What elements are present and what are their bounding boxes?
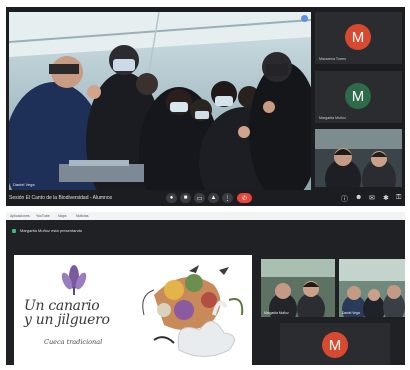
- slide-title-line-2: y un jilguero: [24, 312, 110, 328]
- bookmarks-bar: Aplicaciones YouTube Maps Noticias: [6, 212, 405, 220]
- presenting-banner: Margarita Muñoz está presentando: [6, 225, 405, 238]
- flower-logo-icon: [61, 265, 87, 295]
- mic-button[interactable]: ●: [166, 193, 177, 203]
- call-control-bar: Sesión El Canto de la Biodiversidad - Al…: [6, 191, 405, 206]
- meeting-title: Sesión El Canto de la Biodiversidad - Al…: [9, 195, 113, 201]
- more-icon: ⋮: [224, 195, 231, 202]
- captions-icon: ▭: [196, 195, 203, 202]
- present-icon: ▲: [210, 195, 217, 201]
- people-icon[interactable]: ☻: [355, 194, 362, 201]
- avatar: M: [345, 24, 371, 50]
- participant-name-label: Daniel Vega: [13, 182, 35, 187]
- participant-video: [261, 259, 335, 317]
- avatar: M: [345, 83, 371, 109]
- video-call-window: Daniel Vega M Macarena Torres M Margarit…: [6, 7, 405, 206]
- chat-icon[interactable]: ✉: [369, 194, 375, 202]
- participant-video: [339, 259, 405, 317]
- info-icon[interactable]: ⓘ: [341, 194, 348, 204]
- active-speaker-icon: [301, 15, 308, 22]
- bird-flower-collage-icon: [142, 265, 244, 357]
- participant-video: [315, 129, 402, 187]
- present-button[interactable]: ▲: [208, 193, 219, 203]
- slide-title-line-1: Un canario: [24, 298, 100, 314]
- bookmark-youtube[interactable]: YouTube: [36, 214, 50, 218]
- bookmark-news[interactable]: Noticias: [76, 214, 88, 218]
- slide-title: Un canario y un jilguero: [24, 299, 110, 327]
- participant-video-tile[interactable]: Daniel Vega: [339, 259, 405, 317]
- camera-button[interactable]: ■: [180, 193, 191, 203]
- participant-video-tile[interactable]: [315, 129, 402, 187]
- slide-subtitle: Cueca tradicional: [44, 338, 103, 346]
- participant-tile[interactable]: M Macarena Torres: [315, 12, 402, 64]
- bookmark-maps[interactable]: Maps: [58, 214, 67, 218]
- end-call-button[interactable]: ✆: [237, 193, 252, 203]
- participant-tile[interactable]: M: [280, 323, 390, 365]
- captions-button[interactable]: ▭: [194, 193, 205, 203]
- avatar: M: [322, 332, 348, 358]
- shared-slide: Un canario y un jilguero Cueca tradicion…: [14, 255, 252, 365]
- presenting-icon: [12, 229, 16, 233]
- participant-tile[interactable]: M Margarita Muñoz: [315, 71, 402, 123]
- classroom-group-photo: [9, 12, 311, 190]
- presenting-text: Margarita Muñoz está presentando: [20, 228, 83, 233]
- activities-icon[interactable]: ✱: [383, 194, 389, 202]
- camera-icon: ■: [183, 195, 188, 201]
- participant-name: Daniel Vega: [342, 311, 360, 315]
- participant-video-tile[interactable]: Margarita Muñoz: [261, 259, 335, 317]
- participant-name: Macarena Torres: [319, 57, 346, 61]
- mic-icon: ●: [169, 195, 174, 201]
- participant-name: Margarita Muñoz: [264, 311, 289, 315]
- bookmark-apps[interactable]: Aplicaciones: [10, 214, 30, 218]
- presentation-call-window: Aplicaciones YouTube Maps Noticias Marga…: [6, 212, 405, 365]
- lock-icon[interactable]: ⚿: [396, 194, 401, 202]
- more-options-button[interactable]: ⋮: [222, 193, 233, 203]
- main-video-feed: Daniel Vega: [9, 12, 311, 190]
- end-call-icon: ✆: [241, 195, 248, 202]
- participant-name: Margarita Muñoz: [319, 116, 346, 120]
